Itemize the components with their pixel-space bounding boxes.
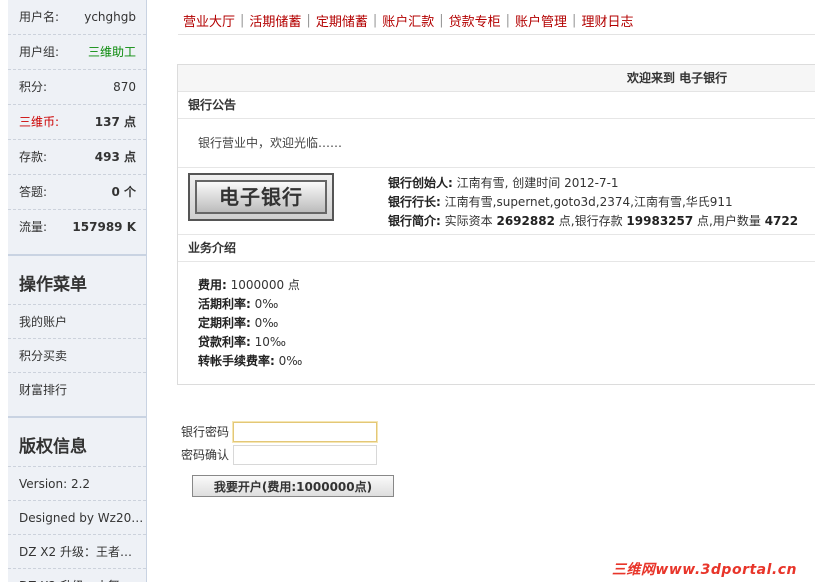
business-label: 费用: xyxy=(198,278,227,292)
copyright-upgrade-2: DZ X2 升级：小舞… xyxy=(8,569,146,582)
summary-mid2: 点,用户数量 xyxy=(697,214,761,228)
business-value: 1000000 点 xyxy=(230,278,300,292)
stat-value: 870 xyxy=(113,80,136,94)
business-demand-rate: 活期利率: 0‰ xyxy=(198,295,815,314)
capital-value: 2692882 xyxy=(496,214,555,228)
bank-nav: 营业大厅 | 活期储蓄 | 定期储蓄 | 账户汇款 | 贷款专柜 | 账户管理 | 理财日志 xyxy=(178,6,815,35)
founder-line: 银行创始人: 江南有雪, 创建时间 2012-7-1 xyxy=(388,174,798,193)
stat-label: 三维币: xyxy=(19,115,60,129)
president-value: 江南有雪,supernet,goto3d,2374,江南有雪,华氏911 xyxy=(444,195,733,209)
business-label: 贷款利率: xyxy=(198,335,251,349)
stat-value: 三维助工 xyxy=(87,45,136,59)
welcome-header: 欢迎来到 电子银行 xyxy=(178,65,815,92)
copyright-section-title: 版权信息 xyxy=(8,416,146,467)
bank-info: 电子银行 银行创始人: 江南有雪, 创建时间 2012-7-1 银行行长: 江南… xyxy=(178,168,815,235)
business-title: 业务介绍 xyxy=(178,235,815,262)
president-label: 银行行长: xyxy=(388,195,441,209)
summary-line: 银行简介: 实际资本 2692882 点,银行存款 19983257 点,用户数… xyxy=(388,212,798,231)
nav-lobby[interactable]: 营业大厅 xyxy=(178,11,240,30)
copyright-upgrade-1: DZ X2 升级：王者… xyxy=(8,535,146,569)
stat-value: 0 个 xyxy=(111,185,136,199)
founder-value: 江南有雪, 创建时间 2012-7-1 xyxy=(456,176,619,190)
business-loan-rate: 贷款利率: 10‰ xyxy=(198,333,815,352)
stat-label: 答题: xyxy=(19,185,48,199)
stat-answers: 答题: 0 个 xyxy=(8,175,146,210)
nav-loans[interactable]: 贷款专柜 xyxy=(444,11,506,30)
stat-value: 157989 K xyxy=(72,220,136,234)
business-value: 0‰ xyxy=(254,316,279,330)
stat-value: 493 点 xyxy=(94,150,136,164)
founder-label: 银行创始人: xyxy=(388,176,453,190)
business-value: 10‰ xyxy=(254,335,287,349)
users-value: 4722 xyxy=(764,214,799,228)
confirm-label: 密码确认 xyxy=(181,448,230,462)
stat-label: 用户名: xyxy=(19,10,60,24)
business-fixed-rate: 定期利率: 0‰ xyxy=(198,314,815,333)
nav-remittance[interactable]: 账户汇款 xyxy=(377,11,439,30)
bank-info-lines: 银行创始人: 江南有雪, 创建时间 2012-7-1 银行行长: 江南有雪,su… xyxy=(388,174,798,231)
menu-item-wealth-rank[interactable]: 财富排行 xyxy=(8,373,146,406)
business-label: 定期利率: xyxy=(198,316,251,330)
password-label: 银行密码 xyxy=(181,425,230,439)
password-input[interactable] xyxy=(233,421,377,442)
stat-label: 积分: xyxy=(19,80,48,94)
business-transfer-fee: 转帐手续费率: 0‰ xyxy=(198,352,815,371)
business-value: 0‰ xyxy=(254,297,279,311)
menu-section-title: 操作菜单 xyxy=(8,254,146,305)
announcement-title: 银行公告 xyxy=(178,92,815,119)
stat-coins: 三维币: 137 点 xyxy=(8,105,146,140)
business-value: 0‰ xyxy=(278,354,303,368)
announcement-text: 银行营业中，欢迎光临…… xyxy=(178,119,815,168)
stat-value: ychghgb xyxy=(84,10,136,24)
bank-logo: 电子银行 xyxy=(188,173,334,221)
president-line: 银行行长: 江南有雪,supernet,goto3d,2374,江南有雪,华氏9… xyxy=(388,193,798,212)
stat-usergroup: 用户组: 三维助工 xyxy=(8,35,146,70)
business-label: 活期利率: xyxy=(198,297,251,311)
nav-account-management[interactable]: 账户管理 xyxy=(510,11,572,30)
stat-deposit: 存款: 493 点 xyxy=(8,140,146,175)
password-row: 银行密码 xyxy=(181,420,377,443)
nav-demand-savings[interactable]: 活期储蓄 xyxy=(244,11,306,30)
menu-item-points-trade[interactable]: 积分买卖 xyxy=(8,339,146,373)
stat-username: 用户名: ychghgb xyxy=(8,0,146,35)
confirm-password-input[interactable] xyxy=(233,444,377,465)
bank-logo-text: 电子银行 xyxy=(195,180,327,214)
deposits-value: 19983257 xyxy=(626,214,694,228)
bank-panel: 欢迎来到 电子银行 银行公告 银行营业中，欢迎光临…… 电子银行 银行创始人: … xyxy=(177,64,815,385)
stat-label: 存款: xyxy=(19,150,48,164)
menu-item-my-account[interactable]: 我的账户 xyxy=(8,305,146,339)
summary-mid1: 点,银行存款 xyxy=(558,214,623,228)
stat-label: 流量: xyxy=(19,220,48,234)
site-watermark: 三维网www.3dportal.cn xyxy=(611,562,797,578)
business-label: 转帐手续费率: xyxy=(198,354,275,368)
confirm-row: 密码确认 xyxy=(181,443,377,466)
stat-traffic: 流量: 157989 K xyxy=(8,210,146,244)
business-list: 费用: 1000000 点 活期利率: 0‰ 定期利率: 0‰ 贷款利率: 10… xyxy=(178,262,815,371)
business-fee: 费用: 1000000 点 xyxy=(198,276,815,295)
copyright-version: Version: 2.2 xyxy=(8,467,146,501)
stat-label: 用户组: xyxy=(19,45,60,59)
sidebar: 用户名: ychghgb 用户组: 三维助工 积分: 870 三维币: 137 … xyxy=(8,0,147,582)
stat-points: 积分: 870 xyxy=(8,70,146,105)
open-account-button[interactable]: 我要开户(费用:1000000点) xyxy=(192,475,394,497)
stat-value: 137 点 xyxy=(94,115,136,129)
nav-finance-log[interactable]: 理财日志 xyxy=(576,11,638,30)
copyright-designer: Designed by Wz20… xyxy=(8,501,146,535)
nav-fixed-savings[interactable]: 定期储蓄 xyxy=(311,11,373,30)
summary-label: 银行简介: xyxy=(388,214,441,228)
open-account-form: 银行密码 密码确认 xyxy=(181,420,377,466)
summary-prefix: 实际资本 xyxy=(444,214,493,228)
